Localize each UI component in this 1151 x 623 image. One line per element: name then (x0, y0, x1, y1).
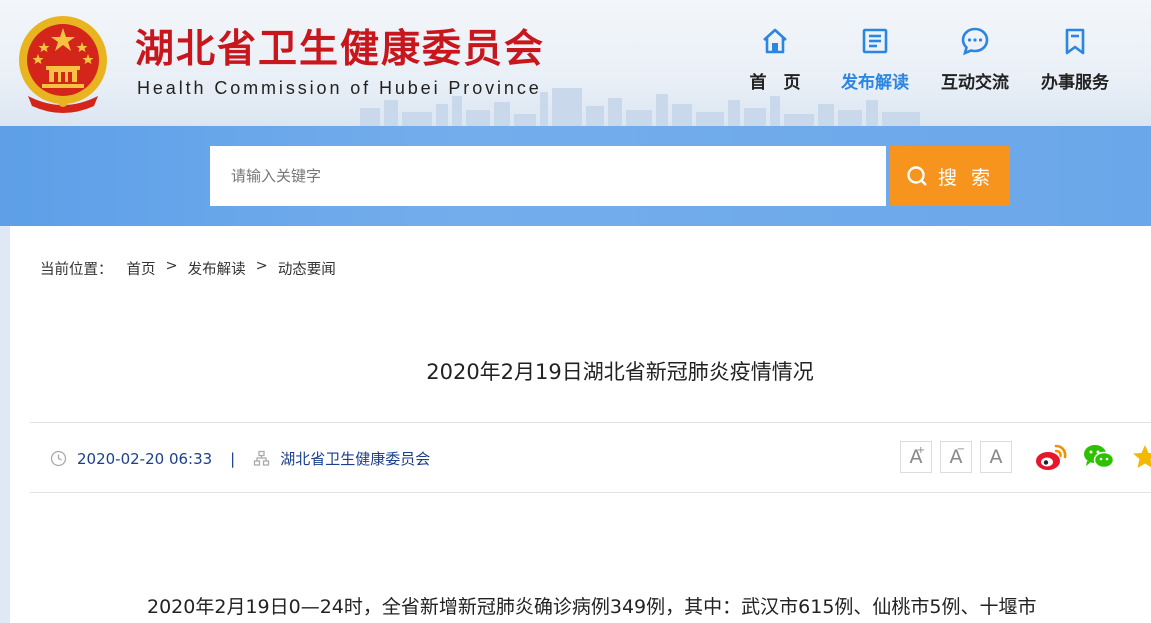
article-paragraph: 2020年2月19日0—24时，全省新增新冠肺炎确诊病例349例，其中：武汉市6… (147, 596, 1037, 618)
department-icon (1125, 24, 1151, 58)
article-title: 2020年2月19日湖北省新冠肺炎疫情情况 (426, 360, 814, 384)
breadcrumb-item-news[interactable]: 动态要闻 (278, 258, 336, 279)
search-band: 搜 索 (0, 126, 1151, 226)
site-subtitle: Health Commission of Hubei Province (137, 78, 542, 98)
breadcrumb-item-publish[interactable]: 发布解读 (188, 258, 246, 279)
nav-item-publish[interactable]: 发布解读 (825, 24, 925, 93)
plus-superscript-icon: + (916, 445, 925, 456)
font-size-increase-button[interactable]: A + (900, 441, 932, 473)
divider (30, 422, 1151, 423)
bookmark-icon (1025, 24, 1125, 58)
site-title: 湖北省卫生健康委员会 (135, 27, 546, 72)
search-button[interactable]: 搜 索 (890, 146, 1010, 206)
favorite-star-icon[interactable] (1130, 442, 1151, 472)
search-button-label: 搜 索 (937, 166, 995, 189)
article-title-wrap: 2020年2月19日湖北省新冠肺炎疫情情况 (30, 356, 1151, 386)
publish-date: 2020-02-20 06:33 (77, 449, 213, 468)
nav-item-department[interactable]: 部门 (1125, 24, 1151, 93)
nav-item-label: 首 页 (749, 73, 801, 93)
nav-item-interaction[interactable]: 互动交流 (925, 24, 1025, 93)
clock-icon (50, 450, 67, 467)
breadcrumb-separator: > (165, 258, 178, 274)
meta-divider: | (230, 449, 236, 468)
font-size-decrease-button[interactable]: A − (940, 441, 972, 473)
national-emblem-logo (19, 16, 107, 113)
divider (30, 492, 1151, 493)
article-source: 湖北省卫生健康委员会 (280, 450, 431, 468)
article-tools: A + A − A (900, 441, 1151, 473)
search-input[interactable] (210, 146, 886, 206)
main-nav: 首 页 发布解读 互动交流 办事服务 (725, 24, 1151, 93)
breadcrumb-separator: > (255, 258, 268, 274)
font-size-reset-button[interactable]: A (980, 441, 1012, 473)
nav-item-home[interactable]: 首 页 (725, 24, 825, 93)
breadcrumb-prefix: 当前位置： (40, 262, 113, 278)
breadcrumb: 当前位置： 首页 > 发布解读 > 动态要闻 (40, 258, 346, 279)
wechat-icon[interactable] (1082, 442, 1116, 472)
font-size-label: A (989, 446, 1003, 468)
document-icon (825, 24, 925, 58)
article-panel: 当前位置： 首页 > 发布解读 > 动态要闻 2020年2月19日湖北省新冠肺炎… (10, 226, 1151, 623)
nav-item-label: 部门 (1125, 68, 1151, 93)
site-header: 湖北省卫生健康委员会 Health Commission of Hubei Pr… (0, 0, 1151, 126)
source-icon (253, 450, 270, 467)
breadcrumb-item-home[interactable]: 首页 (127, 258, 156, 279)
weibo-icon[interactable] (1034, 442, 1068, 472)
nav-item-label: 互动交流 (941, 73, 1009, 93)
chat-icon (925, 24, 1025, 58)
nav-item-label: 办事服务 (1041, 73, 1109, 93)
minus-superscript-icon: − (956, 444, 965, 455)
nav-item-services[interactable]: 办事服务 (1025, 24, 1125, 93)
home-icon (725, 24, 825, 58)
article-meta: 2020-02-20 06:33 | 湖北省卫生健康委员会 (50, 448, 430, 469)
search-icon (906, 165, 928, 187)
share-bar (1034, 442, 1151, 472)
nav-item-label: 发布解读 (841, 73, 909, 93)
